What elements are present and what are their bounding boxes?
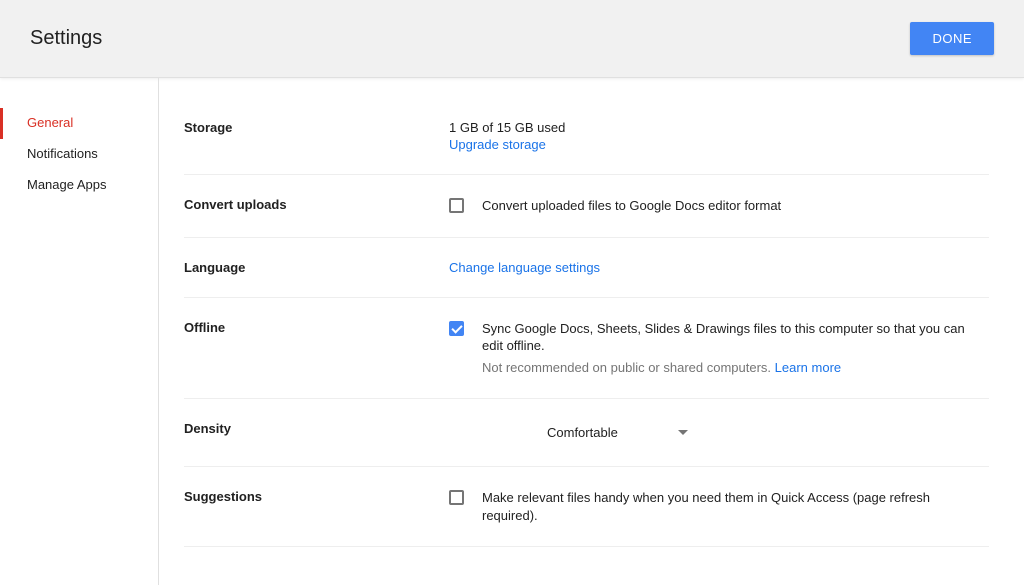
settings-header: Settings DONE — [0, 0, 1024, 78]
sidebar-item-general[interactable]: General — [0, 108, 158, 139]
section-suggestions: Suggestions Make relevant files handy wh… — [184, 477, 989, 547]
sidebar: General Notifications Manage Apps — [0, 78, 159, 585]
storage-label: Storage — [184, 120, 449, 152]
section-language: Language Change language settings — [184, 248, 989, 298]
offline-hint: Not recommended on public or shared comp… — [482, 359, 989, 377]
page-title: Settings — [30, 27, 102, 50]
done-button[interactable]: DONE — [910, 22, 994, 55]
offline-label: Offline — [184, 320, 449, 377]
sidebar-item-manage-apps[interactable]: Manage Apps — [0, 170, 158, 201]
change-language-link[interactable]: Change language settings — [449, 260, 600, 275]
suggestions-checkbox[interactable] — [449, 490, 464, 505]
section-convert-uploads: Convert uploads Convert uploaded files t… — [184, 185, 989, 238]
suggestions-checkbox-label: Make relevant files handy when you need … — [482, 489, 989, 524]
section-offline: Offline Sync Google Docs, Sheets, Slides… — [184, 308, 989, 400]
density-label: Density — [184, 421, 449, 444]
convert-label: Convert uploads — [184, 197, 449, 215]
offline-learn-more-link[interactable]: Learn more — [775, 360, 841, 375]
upgrade-storage-link[interactable]: Upgrade storage — [449, 137, 546, 152]
suggestions-label: Suggestions — [184, 489, 449, 524]
offline-checkbox[interactable] — [449, 321, 464, 336]
convert-checkbox-label: Convert uploaded files to Google Docs ed… — [482, 197, 989, 215]
convert-checkbox[interactable] — [449, 198, 464, 213]
language-label: Language — [184, 260, 449, 275]
section-density: Density Comfortable — [184, 409, 989, 467]
section-storage: Storage 1 GB of 15 GB used Upgrade stora… — [184, 108, 989, 175]
settings-content: Storage 1 GB of 15 GB used Upgrade stora… — [159, 78, 1024, 585]
offline-checkbox-label: Sync Google Docs, Sheets, Slides & Drawi… — [482, 320, 989, 355]
density-dropdown[interactable]: Comfortable — [539, 421, 696, 444]
storage-usage: 1 GB of 15 GB used — [449, 120, 989, 135]
chevron-down-icon — [678, 430, 688, 435]
sidebar-item-notifications[interactable]: Notifications — [0, 139, 158, 170]
density-selected: Comfortable — [547, 425, 618, 440]
